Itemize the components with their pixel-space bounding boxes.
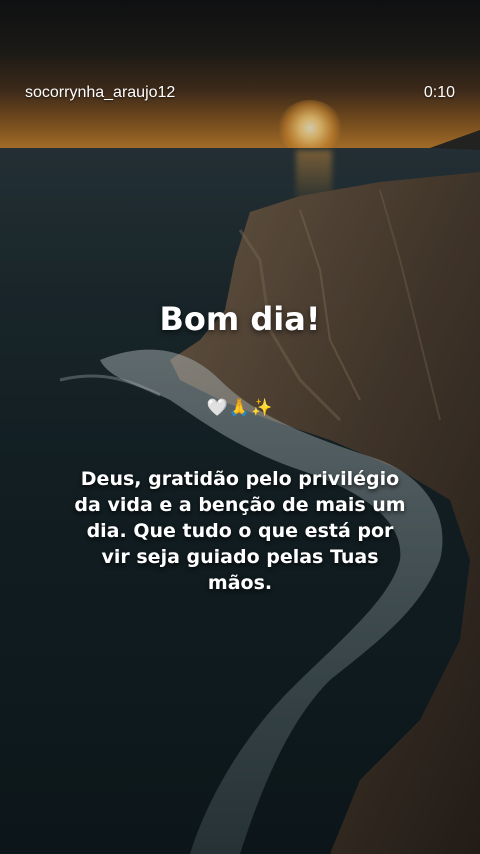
story-username[interactable]: socorrynha_araujo12 bbox=[25, 84, 175, 102]
greeting-title: Bom dia! bbox=[159, 300, 321, 338]
emoji-row: 🤍🙏✨ bbox=[206, 398, 274, 418]
story-timer: 0:10 bbox=[423, 84, 455, 101]
dim-overlay bbox=[0, 0, 480, 854]
story-header: socorrynha_araujo12 0:10 bbox=[0, 0, 480, 120]
prayer-message: Deus, gratidão pelo privilégio da vida e… bbox=[74, 468, 406, 594]
background-image bbox=[0, 0, 480, 854]
